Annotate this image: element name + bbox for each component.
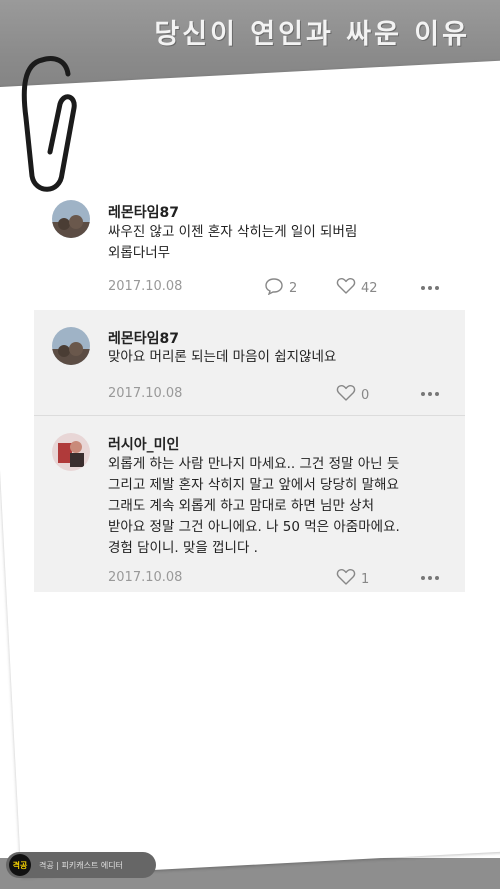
avatar[interactable] <box>52 433 90 471</box>
reply-item: 러시아_미인 외롭게 하는 사람 만나지 마세요.. 그건 정말 아닌 듯 그리… <box>34 416 465 592</box>
comment-bubble-icon <box>264 277 284 299</box>
reply-item: 레몬타임87 맞아요 머리론 되는데 마음이 쉽지않네요 2017.10.08 … <box>34 310 465 415</box>
like-count: 1 <box>361 571 370 587</box>
more-dots-icon[interactable] <box>421 575 439 581</box>
editor-badge: 격공 격공 | 피키캐스트 에디터 <box>6 852 156 878</box>
more-dots-icon[interactable] <box>421 285 439 291</box>
comment-username[interactable]: 레몬타임87 <box>108 328 179 348</box>
paperclip-icon <box>16 48 86 198</box>
like-button[interactable]: 1 <box>336 568 369 590</box>
editor-credit: 격공 | 피키캐스트 에디터 <box>39 860 123 870</box>
comment-item: 레몬타임87 싸우진 않고 이젠 혼자 삭히는게 일이 되버림 외롭다너무 20… <box>34 190 465 308</box>
comment-date: 2017.10.08 <box>108 570 183 585</box>
like-count: 42 <box>361 280 378 296</box>
reply-count: 2 <box>289 280 298 296</box>
brand-logo: 격공 <box>9 854 31 876</box>
heart-icon <box>336 384 356 406</box>
like-button[interactable]: 42 <box>336 277 378 299</box>
avatar[interactable] <box>52 200 90 238</box>
comment-username[interactable]: 러시아_미인 <box>108 434 179 454</box>
comment-text: 싸우진 않고 이젠 혼자 삭히는게 일이 되버림 외롭다너무 <box>108 224 358 261</box>
comment-text: 외롭게 하는 사람 만나지 마세요.. 그건 정말 아닌 듯 그리고 제발 혼자… <box>108 456 400 556</box>
heart-icon <box>336 568 356 590</box>
comment-text: 맞아요 머리론 되는데 마음이 쉽지않네요 <box>108 349 337 365</box>
reply-button[interactable]: 2 <box>264 277 297 299</box>
more-dots-icon[interactable] <box>421 391 439 397</box>
comment-username[interactable]: 레몬타임87 <box>108 202 179 222</box>
comment-date: 2017.10.08 <box>108 386 183 401</box>
comment-date: 2017.10.08 <box>108 279 183 294</box>
heart-icon <box>336 277 356 299</box>
avatar[interactable] <box>52 327 90 365</box>
like-button[interactable]: 0 <box>336 384 369 406</box>
page-title: 당신이 연인과 싸운 이유 <box>154 19 470 50</box>
like-count: 0 <box>361 387 370 403</box>
